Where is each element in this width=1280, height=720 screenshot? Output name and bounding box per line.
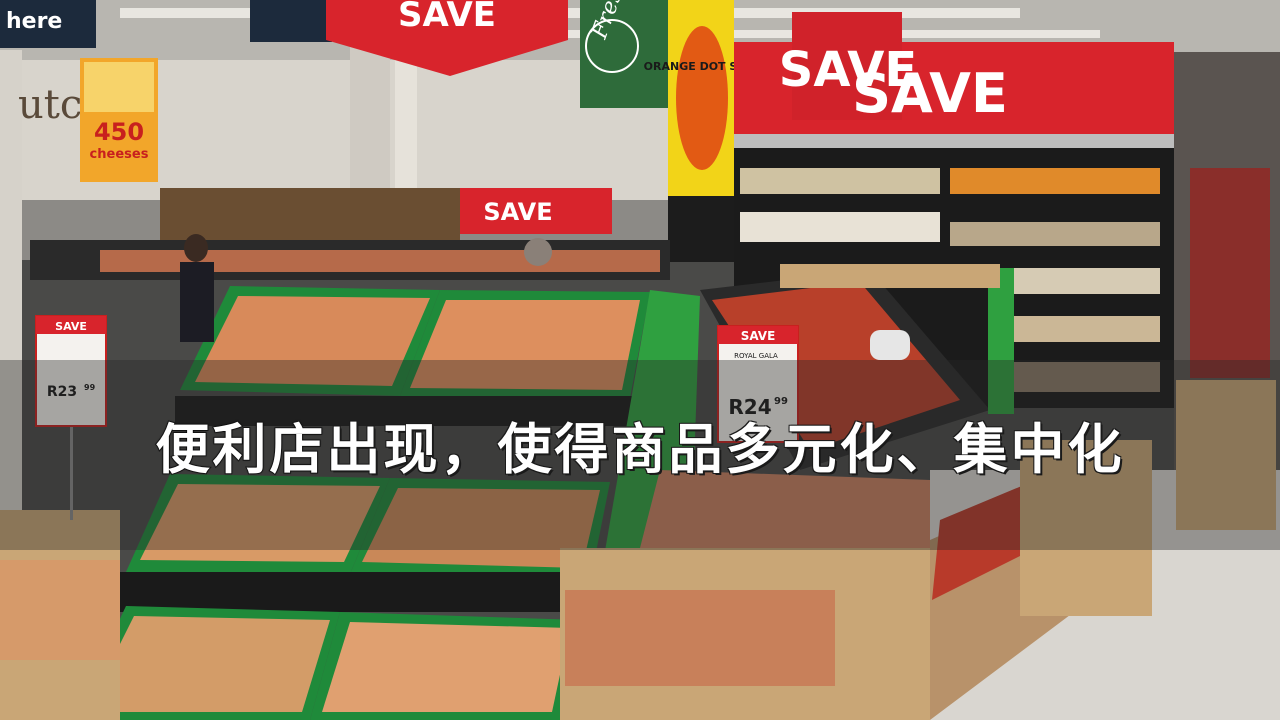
caption-solid-text: 出现，使得商品多元化、集中化 — [326, 418, 1125, 481]
save-sign-top-text: SAVE — [398, 0, 496, 35]
caption: 便利店出现，使得商品多元化、集中化 — [0, 405, 1280, 484]
cheese-count-text: 450 — [94, 118, 144, 146]
apple-crates-bottom — [72, 606, 580, 720]
cheese-label-text: cheeses — [90, 147, 149, 162]
price-tag-right-item: ROYAL GALA — [734, 352, 778, 360]
save-sign-right-text: SAVE — [852, 62, 1008, 125]
price-tag-right-save: SAVE — [741, 329, 776, 343]
here-sign-text: here — [6, 9, 62, 34]
save-sign-back-text: SAVE — [483, 198, 552, 226]
caption-outlined-text: 便利店 — [155, 417, 327, 482]
price-tag-left-save: SAVE — [55, 320, 87, 333]
